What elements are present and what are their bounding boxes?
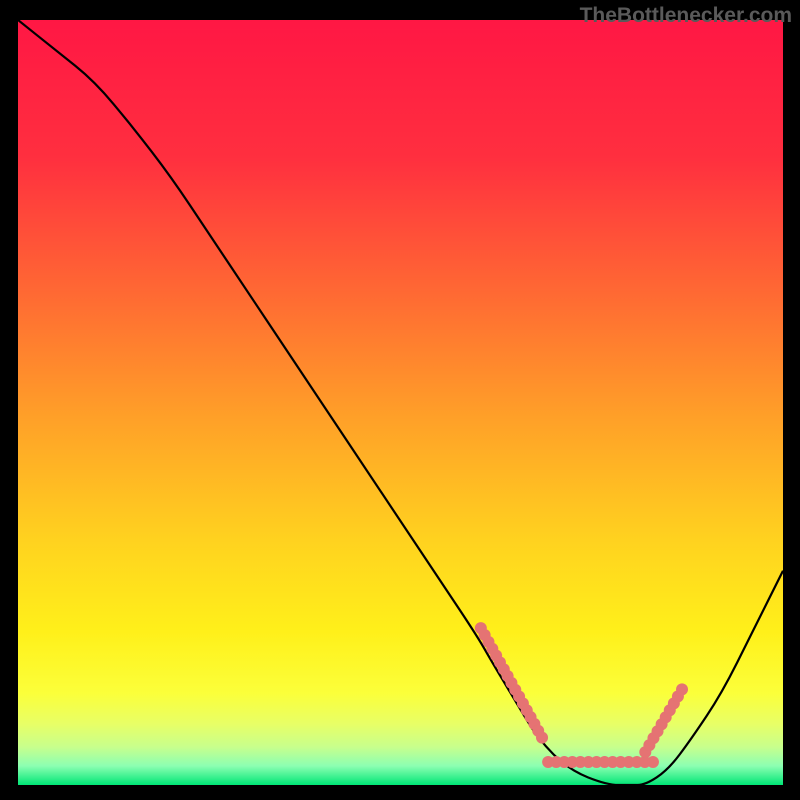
gradient-background bbox=[18, 20, 783, 785]
watermark-text: TheBottlenecker.com bbox=[580, 4, 792, 28]
marker-dot bbox=[647, 756, 659, 768]
marker-dot bbox=[676, 683, 688, 695]
chart-canvas bbox=[18, 20, 783, 785]
marker-dot bbox=[536, 732, 548, 744]
